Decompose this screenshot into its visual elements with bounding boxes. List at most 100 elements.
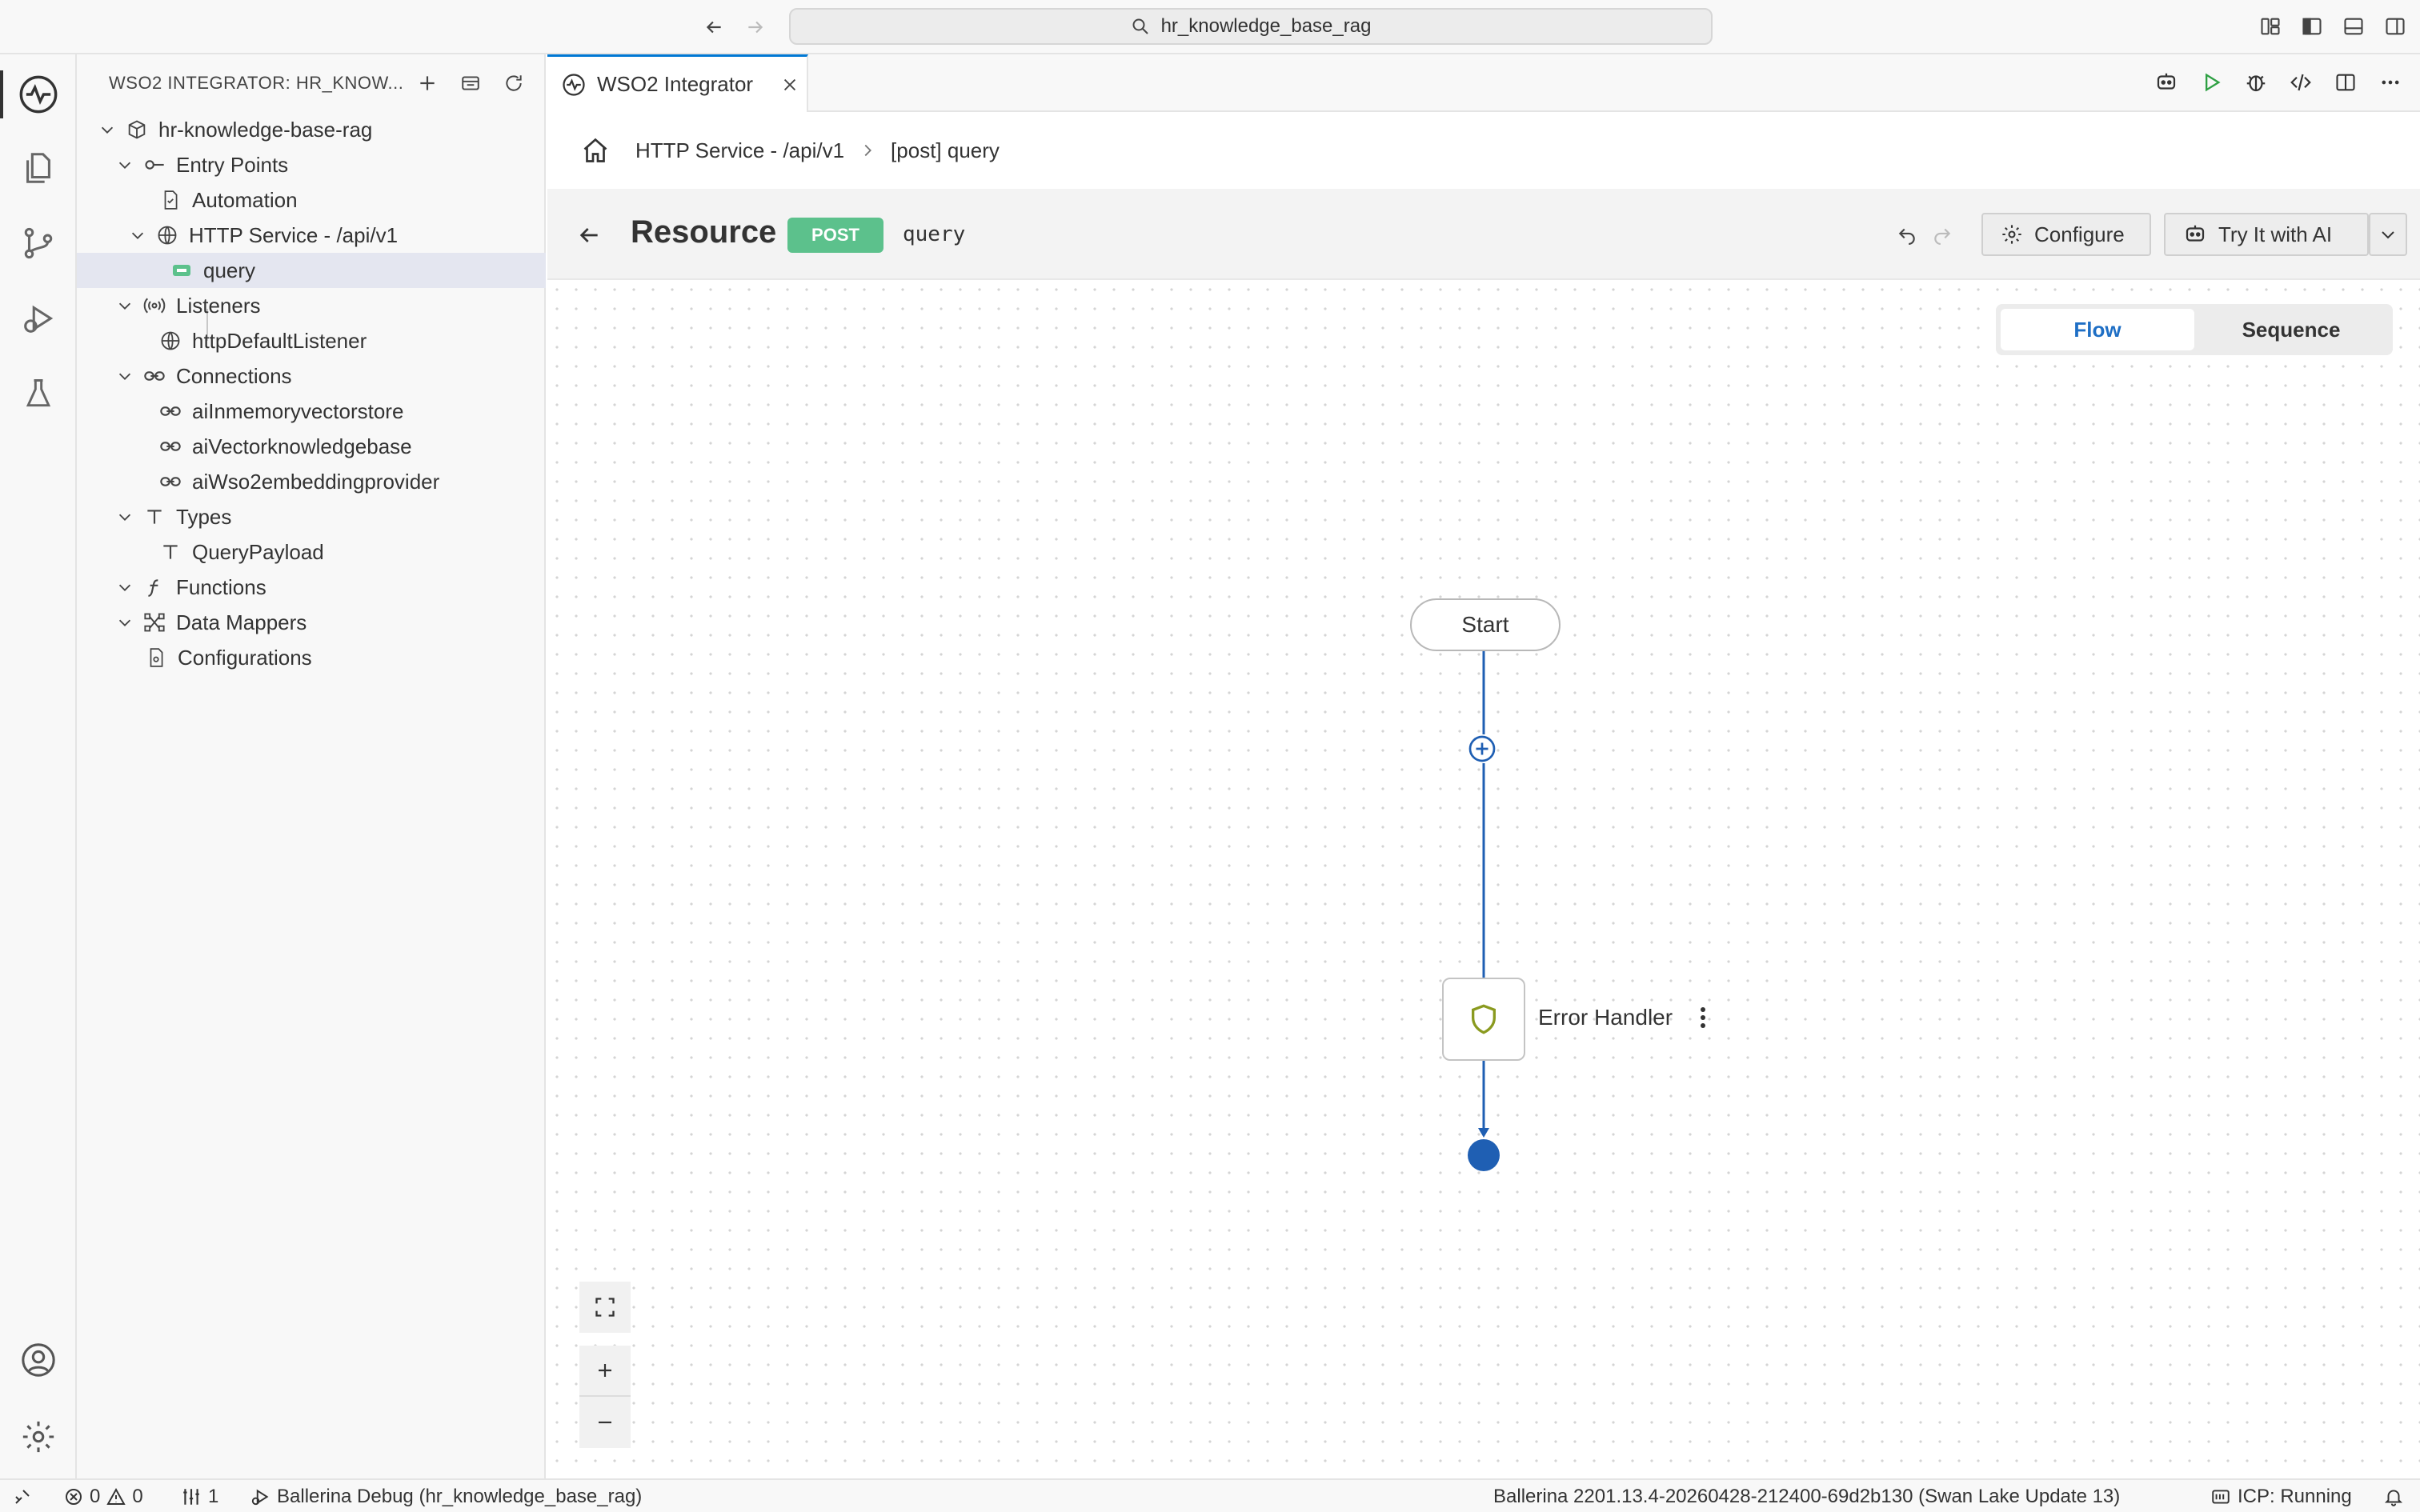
tree-item-label: Connections (176, 363, 292, 388)
tree-item-configurations[interactable]: Configurations (77, 640, 546, 675)
run-debug-activity[interactable] (0, 288, 77, 349)
refresh-icon[interactable] (501, 70, 527, 96)
manage-activity[interactable] (0, 1406, 77, 1467)
toggle-secondary-sidebar-icon[interactable] (2382, 13, 2409, 40)
chevron-down-icon[interactable] (114, 365, 136, 387)
tree-item-label: httpDefaultListener (192, 328, 367, 353)
zoom-in-button[interactable] (579, 1346, 631, 1397)
more-actions-icon[interactable] (2377, 69, 2404, 96)
toggle-panel-icon[interactable] (2340, 13, 2367, 40)
home-icon[interactable] (579, 134, 611, 166)
command-center-search[interactable]: hr_knowledge_base_rag (789, 8, 1713, 45)
tree-item-label: QueryPayload (192, 539, 324, 564)
integrator-pulse-icon (19, 75, 58, 114)
bell-icon[interactable] (2383, 1480, 2404, 1512)
tree-item-project[interactable]: hr-knowledge-base-rag (77, 112, 546, 147)
chevron-down-icon[interactable] (114, 576, 136, 598)
tree-item-http-default-listener[interactable]: httpDefaultListener (77, 323, 546, 358)
tree-item-label: aiWso2embeddingprovider (192, 469, 440, 494)
search-text: hr_knowledge_base_rag (1160, 15, 1372, 37)
link-icon (158, 399, 182, 423)
source-control-activity[interactable] (0, 213, 77, 274)
tab-wso2-integrator[interactable]: WSO2 Integrator (547, 54, 808, 112)
problems-indicator[interactable]: 0 0 (64, 1480, 143, 1512)
ports-count: 1 (208, 1486, 219, 1507)
run-debug-icon (24, 305, 54, 333)
chevron-down-icon[interactable] (114, 154, 136, 176)
wso2-integrator-activity[interactable] (0, 64, 77, 125)
forward-arrow-icon[interactable] (741, 13, 770, 42)
redo-icon[interactable] (1929, 221, 1956, 248)
breadcrumb-resource: [post] query (891, 138, 1000, 162)
resource-title: Resource (631, 214, 777, 250)
tree-item-entry-points[interactable]: Entry Points (77, 147, 546, 182)
flask-icon (26, 379, 51, 407)
add-icon[interactable] (415, 70, 440, 96)
toggle-primary-sidebar-icon[interactable] (2298, 13, 2326, 40)
add-node-icon[interactable] (1468, 734, 1496, 763)
split-editor-icon[interactable] (2332, 69, 2359, 96)
explorer-activity[interactable] (0, 138, 77, 198)
debug-config-indicator[interactable]: Ballerina Debug (hr_knowledge_base_rag) (250, 1480, 642, 1512)
icp-status[interactable]: ICP: Running (2210, 1480, 2352, 1512)
tree-item-connection[interactable]: aiVectorknowledgebase (77, 429, 546, 464)
back-arrow-icon[interactable] (573, 219, 605, 251)
start-node[interactable]: Start (1410, 598, 1561, 651)
debug-icon[interactable] (2242, 69, 2270, 96)
link-icon (158, 470, 182, 494)
tree-item-automation[interactable]: Automation (77, 182, 546, 218)
breadcrumb-service[interactable]: HTTP Service - /api/v1 (635, 138, 844, 163)
close-icon[interactable] (779, 74, 801, 96)
layout-controls (2257, 13, 2409, 40)
chevron-down-icon[interactable] (114, 294, 136, 317)
error-handler-label: Error Handler (1538, 1005, 1673, 1030)
try-it-with-ai-button[interactable]: Try It with AI (2164, 213, 2369, 256)
automation-file-icon (158, 188, 182, 212)
kebab-menu-icon[interactable] (1693, 1003, 1713, 1032)
chevron-down-icon[interactable] (114, 506, 136, 528)
chevron-down-icon[interactable] (114, 611, 136, 634)
ports-icon (183, 1489, 199, 1505)
fit-to-screen-button[interactable] (579, 1282, 631, 1333)
tree-item-connection[interactable]: aiInmemoryvectorstore (77, 394, 546, 429)
customize-layout-icon[interactable] (2257, 13, 2284, 40)
source-code-icon[interactable] (2287, 69, 2314, 96)
try-label: Try It with AI (2218, 222, 2333, 246)
tree-item-label: aiInmemoryvectorstore (192, 398, 404, 423)
ports-indicator[interactable]: 1 (181, 1480, 218, 1512)
zoom-out-button[interactable] (579, 1397, 631, 1448)
chevron-down-icon[interactable] (96, 118, 118, 141)
globe-icon (158, 329, 182, 353)
ai-chat-icon (2186, 225, 2205, 242)
configure-label: Configure (2034, 222, 2125, 246)
error-handler-node[interactable] (1442, 978, 1525, 1061)
tree-item-query-payload[interactable]: QueryPayload (77, 534, 546, 570)
tree-item-http-service[interactable]: HTTP Service - /api/v1 (77, 218, 546, 253)
ai-chat-icon[interactable] (2153, 69, 2180, 96)
activity-bar (0, 54, 77, 1478)
chevron-down-icon[interactable] (126, 224, 149, 246)
tree-item-connections[interactable]: Connections (77, 358, 546, 394)
entry-points-icon (142, 153, 166, 177)
flow-canvas[interactable]: Flow Sequence Start Error Handler (547, 280, 2420, 1478)
tree-item-label: Data Mappers (176, 610, 307, 634)
run-icon[interactable] (2198, 69, 2225, 96)
tree-item-data-mappers[interactable]: Data Mappers (77, 605, 546, 640)
tree-item-connection[interactable]: aiWso2embeddingprovider (77, 464, 546, 499)
testing-activity[interactable] (0, 363, 77, 424)
remote-icon[interactable] (13, 1480, 32, 1512)
accounts-activity[interactable] (0, 1330, 77, 1390)
ballerina-version[interactable]: Ballerina 2201.13.4-20260428-212400-69d2… (1493, 1480, 2120, 1512)
back-arrow-icon[interactable] (699, 13, 728, 42)
warning-icon (106, 1487, 126, 1505)
globe-icon (155, 223, 179, 247)
tree-item-functions[interactable]: Functions (77, 570, 546, 605)
tree-item-types[interactable]: Types (77, 499, 546, 534)
configure-button[interactable]: Configure (1981, 213, 2151, 256)
editor-actions (2153, 69, 2404, 96)
tree-item-query[interactable]: query (77, 253, 546, 288)
try-dropdown-button[interactable] (2369, 213, 2407, 256)
undo-icon[interactable] (1893, 221, 1921, 248)
preview-icon[interactable] (458, 70, 483, 96)
tree-item-listeners[interactable]: Listeners (77, 288, 546, 323)
